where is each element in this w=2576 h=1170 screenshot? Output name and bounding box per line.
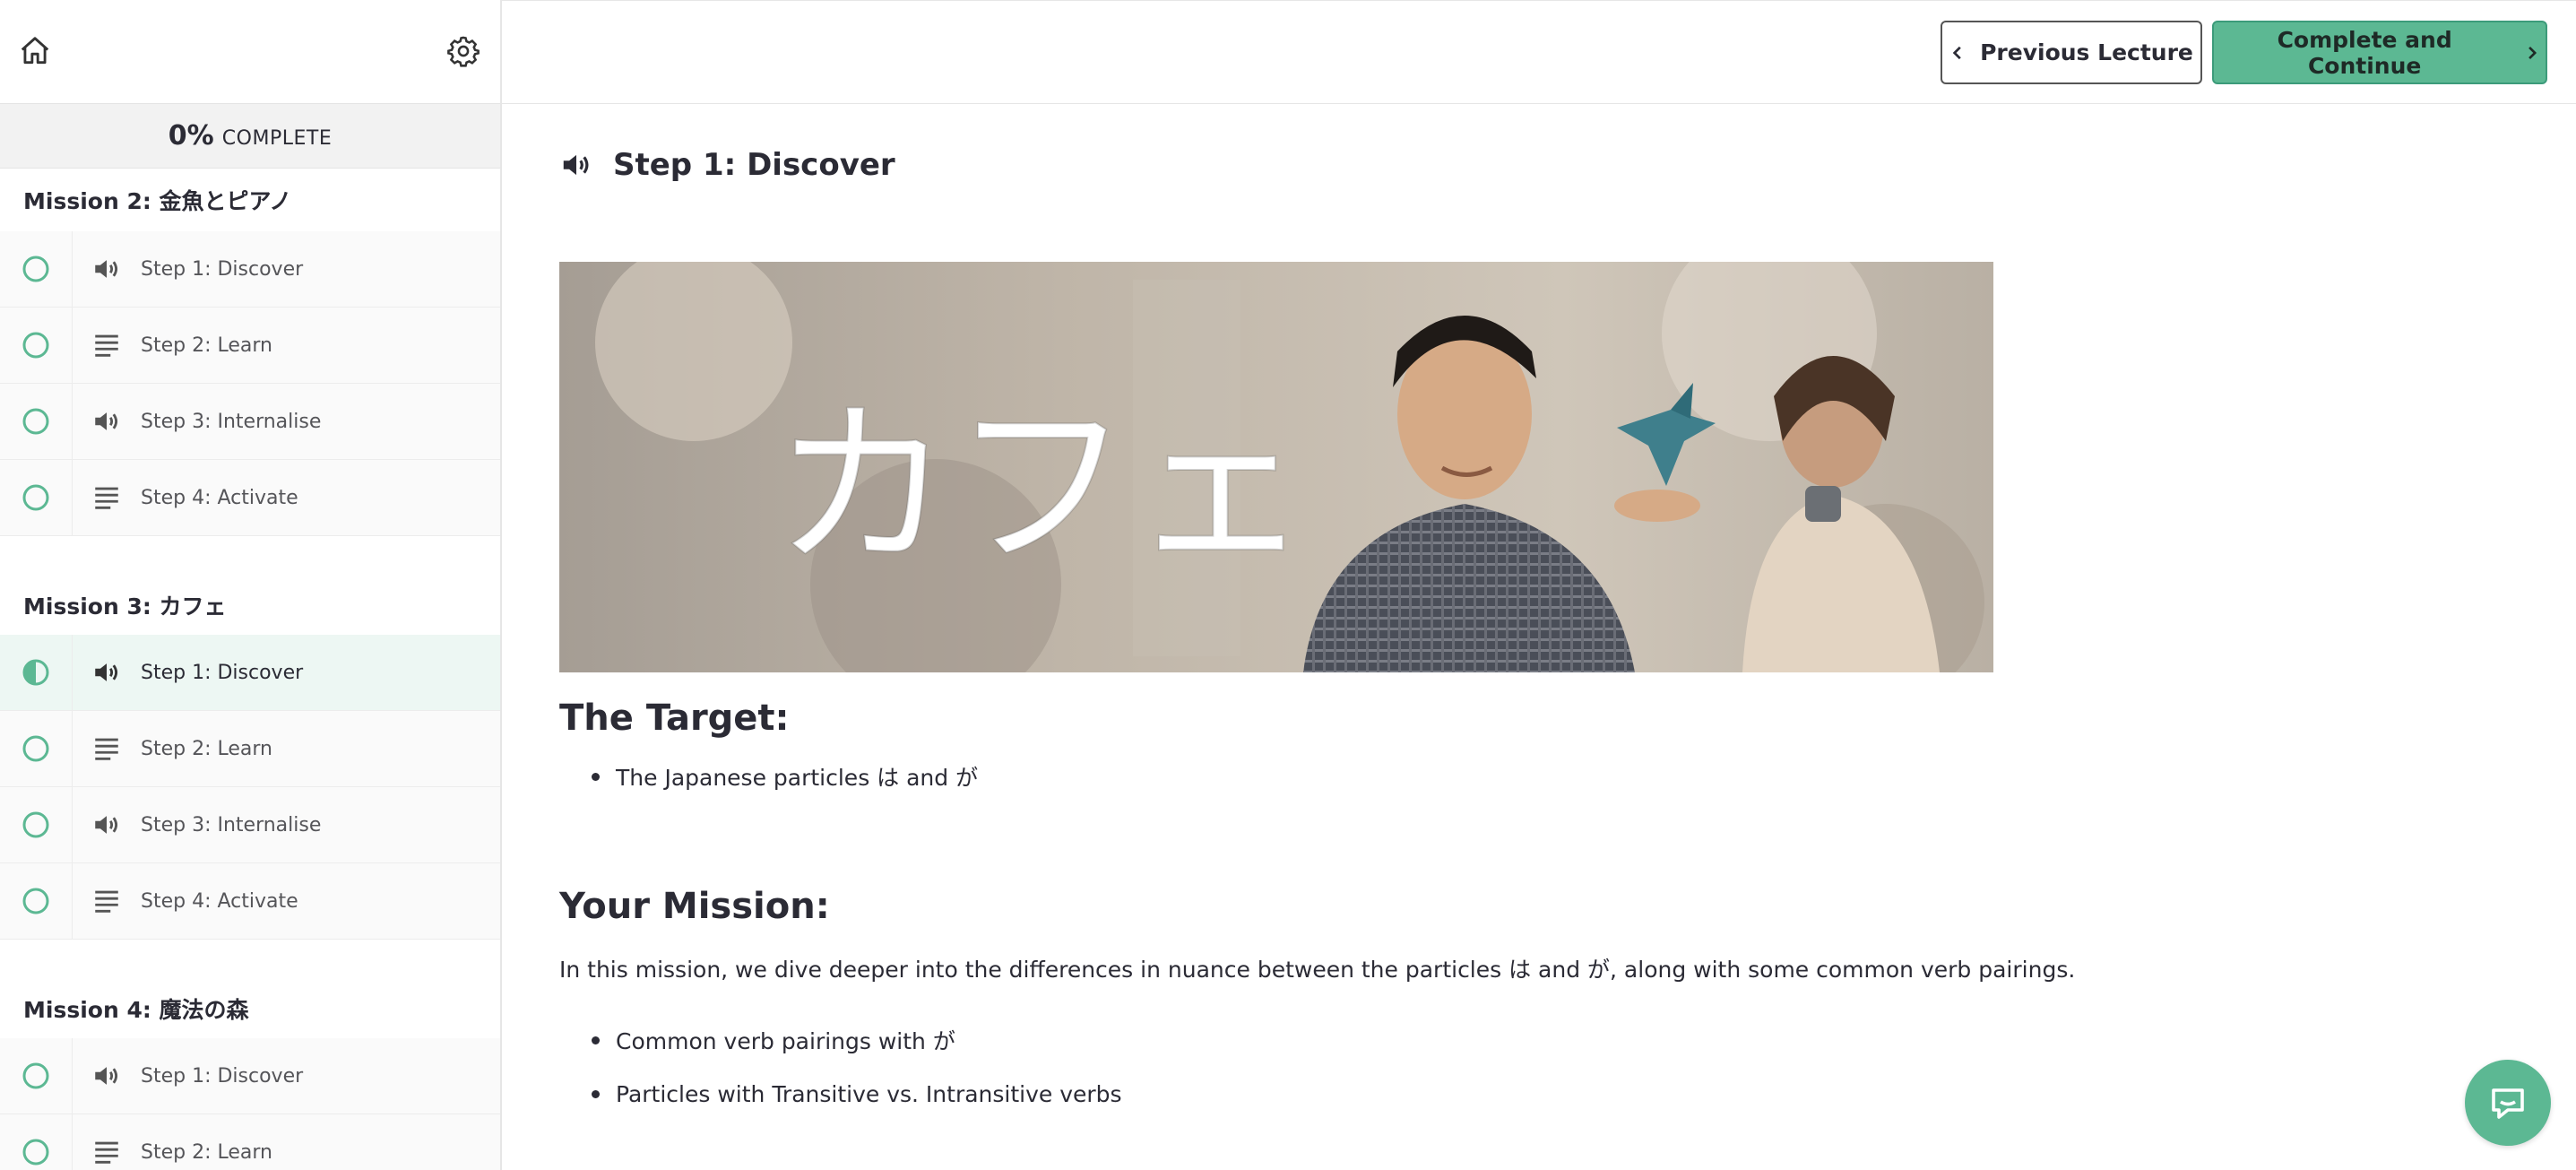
lecture-title: Step 1: Discover — [559, 147, 895, 183]
text-lines-icon — [95, 1141, 118, 1164]
sidebar-step-item[interactable]: Step 4: Activate — [0, 863, 500, 940]
status-circle-icon — [22, 256, 49, 282]
text-lines-icon — [95, 890, 118, 913]
speaker-icon — [563, 154, 589, 176]
speaker-icon — [95, 260, 118, 278]
speaker-icon — [95, 412, 118, 430]
text-lines-icon — [95, 334, 118, 357]
chevron-left-icon — [1952, 46, 1961, 59]
status-circle-icon — [22, 332, 49, 359]
sidebar-header — [0, 0, 500, 104]
status-circle-icon — [22, 408, 49, 435]
sidebar-step-item[interactable]: Step 3: Internalise — [0, 384, 500, 460]
status-circle-icon — [22, 1062, 49, 1089]
progress-label: COMPLETE — [221, 127, 333, 150]
sidebar-step-item[interactable]: Step 2: Learn — [0, 308, 500, 384]
status-circle-icon — [22, 484, 49, 511]
mission-title: Mission 2: 金魚とピアノ — [23, 188, 292, 214]
mission-title: Mission 4: 魔法の森 — [23, 997, 249, 1023]
sidebar-step-item[interactable]: Step 1: Discover — [0, 1038, 500, 1114]
half-filled-circle-icon — [22, 659, 49, 686]
chat-bubble-icon — [2492, 1088, 2524, 1119]
lecture-content: Step 1: Discover カフェ The Target: The Jap… — [502, 104, 2576, 1170]
gear-icon[interactable] — [446, 34, 480, 68]
complete-and-continue-label: Complete and Continue — [2277, 26, 2452, 79]
sidebar-step-label: Step 3: Internalise — [141, 410, 322, 433]
sidebar-step-label: Step 4: Activate — [141, 486, 298, 509]
lecture-title-text: Step 1: Discover — [613, 147, 895, 183]
mission-list-item: Particles with Transitive vs. Intransiti… — [592, 1081, 1122, 1107]
sidebar-step-label: Step 2: Learn — [141, 1140, 272, 1164]
sidebar-step-item[interactable]: Step 1: Discover — [0, 231, 500, 308]
previous-lecture-button[interactable]: Previous Lecture — [1941, 21, 2202, 84]
lecture-toolbar: Previous Lecture Complete and Continue — [502, 0, 2576, 104]
text-lines-icon — [95, 487, 118, 509]
speaker-icon — [95, 816, 118, 834]
status-circle-icon — [22, 735, 49, 762]
chat-launcher-button[interactable] — [2465, 1060, 2551, 1146]
complete-and-continue-button[interactable]: Complete and Continue — [2212, 21, 2547, 84]
home-icon[interactable] — [18, 34, 52, 68]
sidebar-step-label: Step 1: Discover — [141, 661, 304, 684]
sidebar-step-label: Step 4: Activate — [141, 889, 298, 913]
hero-illustration: カフェ — [559, 262, 1993, 672]
sidebar-step-item[interactable]: Step 2: Learn — [0, 1114, 500, 1170]
chevron-right-icon — [2528, 46, 2537, 59]
mission-list-item: Common verb pairings with が — [592, 1024, 955, 1056]
text-lines-icon — [95, 738, 118, 760]
status-circle-icon — [22, 1139, 49, 1166]
target-heading: The Target: — [559, 698, 790, 739]
previous-lecture-label: Previous Lecture — [1980, 39, 2193, 65]
sidebar-step-label: Step 2: Learn — [141, 737, 272, 760]
sidebar-step-item[interactable]: Step 3: Internalise — [0, 787, 500, 863]
hero-katakana-text: カフェ — [773, 383, 1310, 592]
progress-percent: 0% — [168, 120, 214, 152]
speaker-icon — [95, 663, 118, 681]
target-list-item: The Japanese particles は and が — [592, 760, 978, 793]
sidebar-step-label: Step 1: Discover — [141, 257, 304, 281]
status-circle-icon — [22, 811, 49, 838]
sidebar-step-item[interactable]: Step 2: Learn — [0, 711, 500, 787]
course-sidebar: 0% COMPLETE Mission 2: 金魚とピアノ Step 1: Di… — [0, 0, 502, 1170]
sidebar-step-label: Step 2: Learn — [141, 334, 272, 357]
sidebar-step-item-active[interactable]: Step 1: Discover — [0, 635, 500, 711]
sidebar-step-item[interactable]: Step 4: Activate — [0, 460, 500, 536]
mission-title: Mission 3: カフェ — [23, 594, 227, 620]
mission-description: In this mission, we dive deeper into the… — [559, 957, 2076, 983]
status-circle-icon — [22, 888, 49, 914]
sidebar-step-label: Step 1: Discover — [141, 1064, 304, 1088]
mission-heading: Your Mission: — [559, 886, 830, 927]
speaker-icon — [95, 1067, 118, 1085]
sidebar-step-label: Step 3: Internalise — [141, 813, 322, 836]
lecture-hero-image: カフェ — [559, 262, 1993, 672]
course-progress: 0% COMPLETE — [0, 104, 500, 169]
